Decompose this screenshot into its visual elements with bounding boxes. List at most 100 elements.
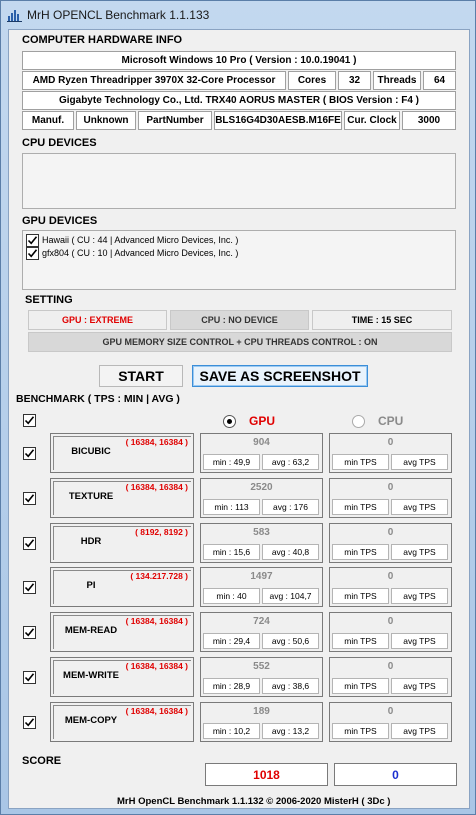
benchmark-name: BICUBIC: [71, 446, 111, 457]
benchmark-row: MEM-WRITE ( 16384, 16384 ): [50, 657, 194, 697]
cpu-mode-setting[interactable]: CPU : NO DEVICE: [170, 310, 309, 330]
benchmark-row-checkbox[interactable]: [23, 447, 36, 460]
cpu-min-tps: min TPS: [332, 723, 389, 739]
benchmark-row: MEM-READ ( 16384, 16384 ): [50, 612, 194, 652]
cpu-result: 0 min TPS avg TPS: [329, 478, 452, 518]
setting-header: SETTING: [25, 294, 73, 306]
cpu-min-tps: min TPS: [332, 678, 389, 694]
gpu-device-label: Hawaii ( CU : 44 | Advanced Micro Device…: [42, 235, 239, 245]
partnumber-value: BLS16G4D30AESB.M16FE: [214, 111, 342, 130]
save-screenshot-button[interactable]: SAVE AS SCREENSHOT: [192, 365, 368, 387]
cpu-min-tps: min TPS: [332, 454, 389, 470]
main-panel: COMPUTER HARDWARE INFO Microsoft Windows…: [8, 29, 470, 809]
gpu-avg-tps: avg : 50,6: [262, 633, 319, 649]
cpu-result-value: 0: [387, 527, 394, 538]
benchmark-row-checkbox[interactable]: [23, 492, 36, 505]
cpu-name: AMD Ryzen Threadripper 3970X 32-Core Pro…: [22, 71, 286, 90]
gpu-mode-setting[interactable]: GPU : EXTREME: [28, 310, 167, 330]
cpu-radio-label: CPU: [378, 414, 404, 428]
benchmark-row-checkbox[interactable]: [23, 716, 36, 729]
gpu-min-tps: min : 15,6: [203, 544, 260, 560]
cpu-min-tps: min TPS: [332, 544, 389, 560]
benchmark-row-checkbox[interactable]: [23, 537, 36, 550]
benchmark-resolution: ( 16384, 16384 ): [125, 661, 188, 671]
cpu-min-tps: min TPS: [332, 633, 389, 649]
checkmark-icon: [24, 628, 35, 637]
partnumber-label: PartNumber: [138, 111, 212, 130]
cpu-avg-tps: avg TPS: [391, 499, 448, 515]
cpu-devices-list[interactable]: [22, 153, 456, 209]
score-header: SCORE: [22, 755, 62, 767]
benchmark-row: BICUBIC ( 16384, 16384 ): [50, 433, 194, 473]
gpu-result: 2520 min : 113 avg : 176: [200, 478, 323, 518]
checkmark-icon: [24, 583, 35, 592]
gpu-min-tps: min : 49,9: [203, 454, 260, 470]
gpu-avg-tps: avg : 38,6: [262, 678, 319, 694]
cpu-result-value: 0: [387, 661, 394, 672]
benchmark-row-checkbox[interactable]: [23, 671, 36, 684]
cpu-avg-tps: avg TPS: [391, 588, 448, 604]
start-button[interactable]: START: [99, 365, 183, 387]
gpu-min-tps: min : 29,4: [203, 633, 260, 649]
gpu-radio[interactable]: [223, 415, 236, 428]
gpu-avg-tps: avg : 13,2: [262, 723, 319, 739]
threads-value: 64: [423, 71, 456, 90]
gpu-result: 724 min : 29,4 avg : 50,6: [200, 612, 323, 652]
gpu-device-checkbox[interactable]: [26, 234, 39, 247]
clock-label: Cur. Clock: [344, 111, 400, 130]
gpu-result: 904 min : 49,9 avg : 63,2: [200, 433, 323, 473]
gpu-min-tps: min : 28,9: [203, 678, 260, 694]
cpu-result-value: 0: [387, 482, 394, 493]
checkmark-icon: [27, 236, 38, 245]
threads-label: Threads: [373, 71, 421, 90]
os-info: Microsoft Windows 10 Pro ( Version : 10.…: [22, 51, 456, 70]
cpu-result: 0 min TPS avg TPS: [329, 702, 452, 742]
benchmark-name: MEM-READ: [64, 625, 118, 636]
cpu-avg-tps: avg TPS: [391, 678, 448, 694]
benchmark-name: HDR: [80, 536, 102, 547]
benchmark-row-checkbox[interactable]: [23, 626, 36, 639]
clock-value: 3000: [402, 111, 456, 130]
cpu-avg-tps: avg TPS: [391, 633, 448, 649]
benchmark-header: BENCHMARK ( TPS : MIN | AVG ): [16, 393, 180, 405]
benchmark-resolution: ( 16384, 16384 ): [125, 437, 188, 447]
gpu-devices-header: GPU DEVICES: [22, 215, 98, 227]
select-all-checkbox[interactable]: [23, 414, 36, 427]
gpu-devices-list: Hawaii ( CU : 44 | Advanced Micro Device…: [22, 230, 456, 290]
gpu-avg-tps: avg : 176: [262, 499, 319, 515]
title-bar[interactable]: MrH OPENCL Benchmark 1.1.133: [1, 1, 475, 29]
cpu-result-value: 0: [387, 437, 394, 448]
checkmark-icon: [24, 718, 35, 727]
benchmark-resolution: ( 16384, 16384 ): [125, 482, 188, 492]
benchmark-row-checkbox[interactable]: [23, 581, 36, 594]
benchmark-resolution: ( 8192, 8192 ): [135, 527, 188, 537]
benchmark-resolution: ( 16384, 16384 ): [125, 616, 188, 626]
cpu-min-tps: min TPS: [332, 499, 389, 515]
hardware-header: COMPUTER HARDWARE INFO: [22, 34, 183, 46]
benchmark-name: MEM-WRITE: [63, 670, 119, 681]
checkmark-icon: [24, 494, 35, 503]
gpu-min-tps: min : 113: [203, 499, 260, 515]
time-setting[interactable]: TIME : 15 SEC: [312, 310, 452, 330]
cpu-avg-tps: avg TPS: [391, 544, 448, 560]
cpu-avg-tps: avg TPS: [391, 723, 448, 739]
cpu-result: 0 min TPS avg TPS: [329, 433, 452, 473]
cpu-result: 0 min TPS avg TPS: [329, 567, 452, 607]
benchmark-name: PI: [86, 580, 96, 591]
benchmark-row: PI ( 134.217.728 ): [50, 567, 194, 607]
gpu-result-value: 2520: [250, 482, 273, 493]
cpu-devices-header: CPU DEVICES: [22, 137, 97, 149]
memory-control-setting[interactable]: GPU MEMORY SIZE CONTROL + CPU THREADS CO…: [28, 332, 452, 352]
cpu-score: 0: [334, 763, 457, 786]
cores-label: Cores: [288, 71, 336, 90]
window-title: MrH OPENCL Benchmark 1.1.133: [27, 8, 210, 22]
gpu-result: 1497 min : 40 avg : 104,7: [200, 567, 323, 607]
cpu-radio[interactable]: [352, 415, 365, 428]
footer-credits: MrH OpenCL Benchmark 1.1.132 © 2006-2020…: [117, 796, 391, 807]
gpu-min-tps: min : 40: [203, 588, 260, 604]
gpu-avg-tps: avg : 40,8: [262, 544, 319, 560]
gpu-result-value: 1497: [250, 571, 273, 582]
cpu-result-value: 0: [387, 571, 394, 582]
gpu-device-checkbox[interactable]: [26, 247, 39, 260]
gpu-radio-label: GPU: [249, 414, 276, 428]
